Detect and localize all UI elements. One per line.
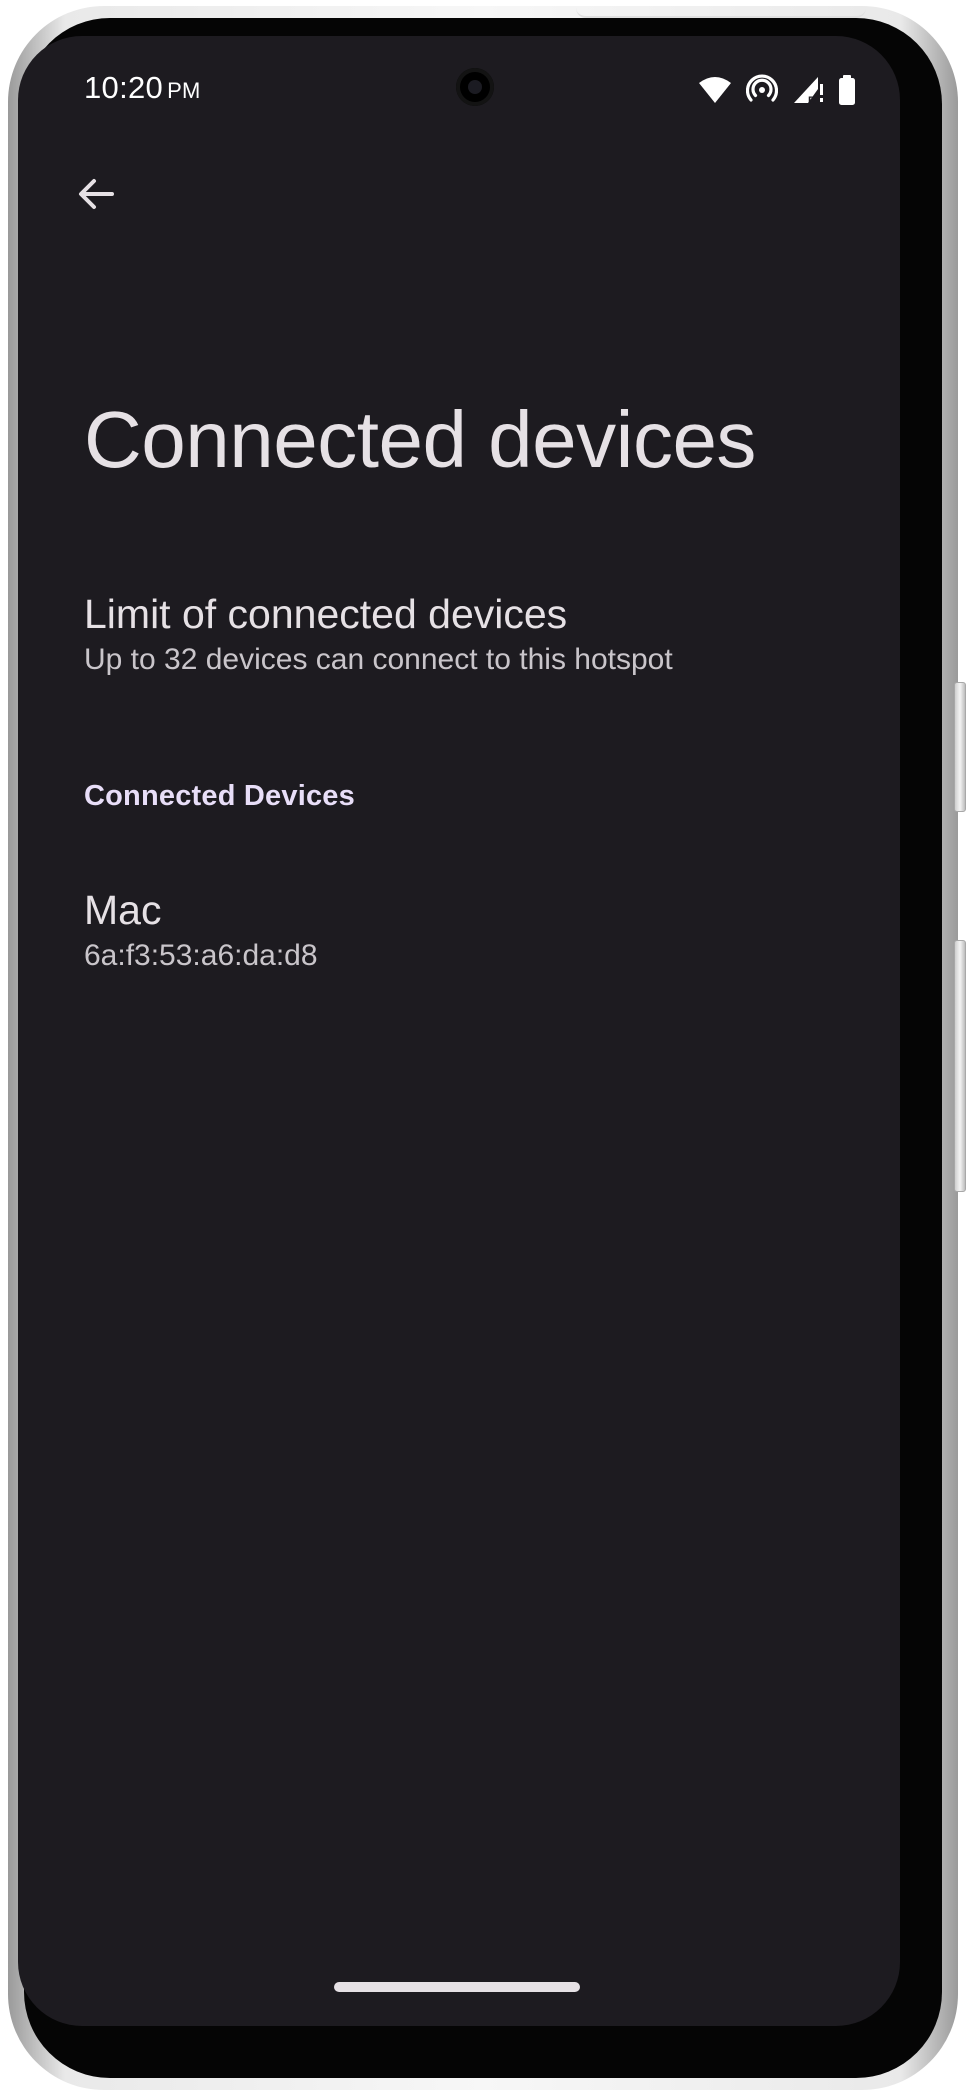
- device-mac-address: 6a:f3:53:a6:da:d8: [84, 939, 318, 972]
- device-name: Mac: [84, 887, 162, 933]
- status-ampm: PM: [167, 78, 201, 103]
- limit-title: Limit of connected devices: [84, 591, 568, 637]
- camera-lens: [468, 80, 482, 94]
- front-camera: [456, 68, 494, 106]
- limit-summary: Up to 32 devices can connect to this hot…: [84, 643, 673, 676]
- limit-of-connected-devices-item[interactable]: Limit of connected devices Up to 32 devi…: [18, 588, 900, 680]
- battery-icon: [838, 75, 856, 105]
- power-button: [954, 682, 966, 812]
- status-icons: R: [698, 74, 856, 106]
- volume-button: [954, 940, 966, 1192]
- connected-device-item[interactable]: Mac 6a:f3:53:a6:da:d8: [18, 884, 900, 976]
- back-button[interactable]: [66, 164, 126, 224]
- status-clock: 10:20 PM: [84, 70, 201, 106]
- arrow-back-icon: [79, 179, 114, 209]
- status-bar: 10:20 PM R: [18, 36, 900, 146]
- page-title: Connected devices: [84, 395, 756, 484]
- hotspot-icon: [746, 74, 778, 106]
- cell-signal-roaming-icon: R: [792, 75, 824, 105]
- phone-top-edge: [576, 6, 866, 18]
- wifi-icon: [698, 76, 732, 104]
- connected-devices-section-header: Connected Devices: [84, 780, 355, 812]
- roaming-indicator: R: [808, 95, 816, 105]
- phone-screen: 10:20 PM R Connected devices Limit of co…: [18, 36, 900, 2026]
- gesture-navigation-bar[interactable]: [334, 1982, 580, 1992]
- status-time: 10:20: [84, 70, 164, 105]
